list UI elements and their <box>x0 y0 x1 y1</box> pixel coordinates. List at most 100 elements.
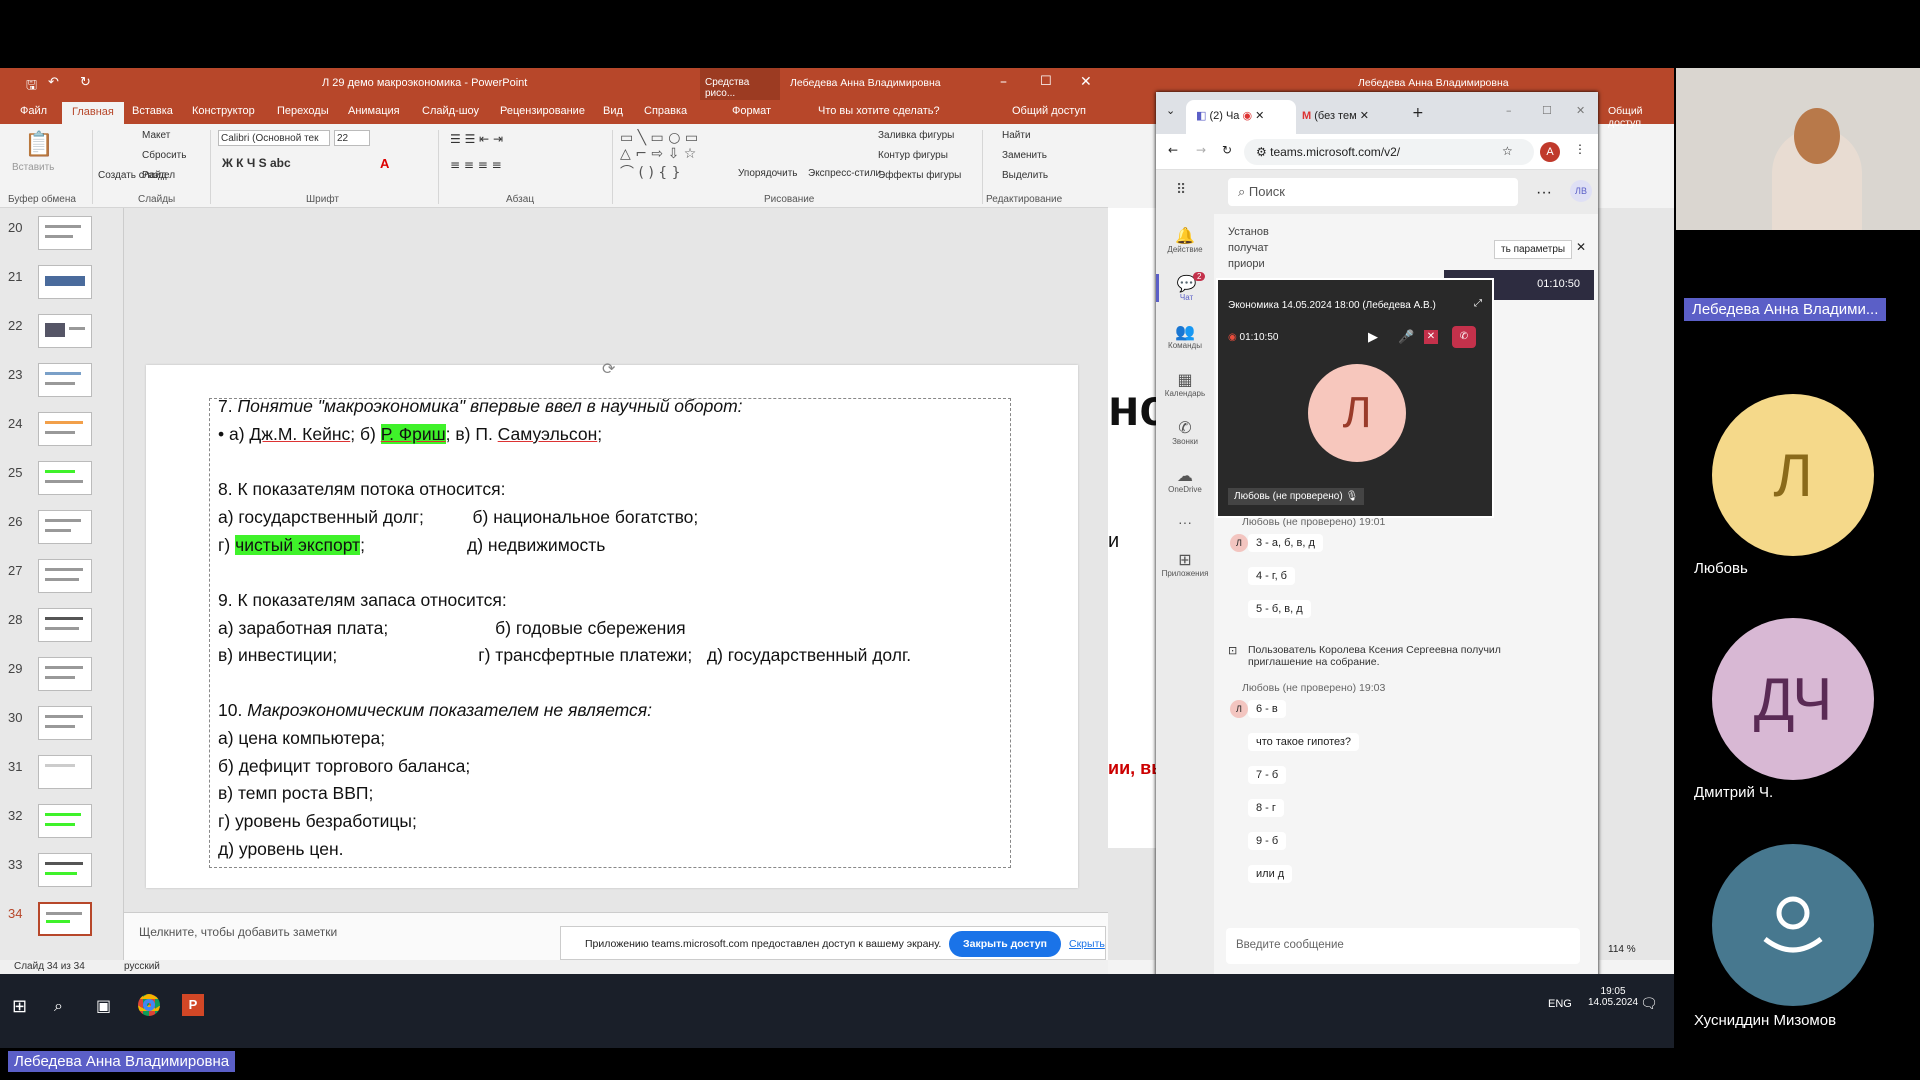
tab-insert[interactable]: Вставка <box>132 105 173 117</box>
rotate-handle-icon[interactable]: ⟳ <box>602 359 615 378</box>
section-button[interactable]: Раздел <box>142 170 175 181</box>
tab-home[interactable]: Главная <box>62 102 124 124</box>
zoom-level[interactable]: 114 % <box>1608 944 1636 955</box>
chat-message[interactable]: 8 - г <box>1248 799 1284 817</box>
redo-icon[interactable]: ↻ <box>80 75 91 90</box>
slide-thumbnail[interactable] <box>38 804 92 838</box>
participant-avatar[interactable]: ДЧ <box>1712 618 1874 780</box>
maximize-icon[interactable]: ☐ <box>1040 74 1052 89</box>
teams-user-avatar[interactable]: ЛВ <box>1570 180 1592 202</box>
notifications-icon[interactable]: 🗨 <box>1640 996 1658 1012</box>
browser-tab-teams[interactable]: ◧ (2) Ча ◉ ✕ <box>1186 100 1296 134</box>
more-options-icon[interactable]: ··· <box>1536 184 1552 202</box>
expand-icon[interactable]: ⤢ <box>1474 298 1482 309</box>
profile-avatar[interactable]: А <box>1540 142 1560 162</box>
slide-thumbnail[interactable] <box>38 412 92 446</box>
font-color-button[interactable]: A <box>380 156 389 171</box>
tab-format[interactable]: Формат <box>732 105 771 117</box>
bold-button[interactable]: Ж К Ч S abc <box>222 156 291 170</box>
slide-thumbnail[interactable] <box>38 755 92 789</box>
find-button[interactable]: Найти <box>1002 130 1031 141</box>
tell-me-search[interactable]: Что вы хотите сделать? <box>818 105 940 117</box>
slide-thumbnail[interactable] <box>38 363 92 397</box>
slide-thumbnail[interactable] <box>38 265 92 299</box>
background-share[interactable]: Общий доступ <box>1608 105 1674 129</box>
chat-message[interactable]: 6 - в <box>1248 700 1286 718</box>
new-tab-icon[interactable]: + <box>1412 105 1424 121</box>
close-banner-icon[interactable]: ✕ <box>1576 240 1586 254</box>
chat-message[interactable]: 5 - б, в, д <box>1248 600 1311 618</box>
share-button[interactable]: Общий доступ <box>1012 105 1086 117</box>
rail-apps[interactable]: ⊞ Приложения <box>1156 550 1214 578</box>
tab-transitions[interactable]: Переходы <box>277 105 329 117</box>
minimize-icon[interactable]: – <box>1506 104 1512 117</box>
paste-icon[interactable]: 📋 <box>24 130 54 158</box>
ppt-user-name[interactable]: Лебедева Анна Владимировна <box>790 77 941 89</box>
powerpoint-icon[interactable]: P <box>182 994 204 1016</box>
slide-thumbnail-active[interactable] <box>38 902 92 936</box>
call-mini-window[interactable]: Экономика 14.05.2024 18:00 (Лебедева А.В… <box>1216 278 1494 518</box>
slide-thumbnail[interactable] <box>38 657 92 691</box>
tab-help[interactable]: Справка <box>644 105 687 117</box>
tab-animations[interactable]: Анимация <box>348 105 400 117</box>
chat-message[interactable]: или д <box>1248 865 1293 883</box>
bullets-icon[interactable]: ☰ ☰ ⇤ ⇥ <box>450 132 503 146</box>
layout-button[interactable]: Макет <box>142 130 170 141</box>
apps-grid-icon[interactable]: ⠿ <box>1176 182 1186 198</box>
participant-avatar[interactable] <box>1712 844 1874 1006</box>
rail-teams[interactable]: 👥 Команды <box>1156 322 1214 350</box>
chat-message[interactable]: 4 - г, б <box>1248 567 1295 585</box>
tab-close-icon[interactable]: ✕ <box>1255 109 1264 122</box>
tab-file[interactable]: Файл <box>20 105 47 117</box>
shapes-gallery[interactable]: ▭ ╲ ▭ ○ ▭ △ ⌐ ⇨ ⇩ ☆ ⌒ ( ) { } <box>620 130 698 182</box>
tab-slideshow[interactable]: Слайд-шоу <box>422 105 479 117</box>
select-button[interactable]: Выделить <box>1002 170 1048 181</box>
hide-share-bar-link[interactable]: Скрыть <box>1069 938 1105 950</box>
chrome-icon[interactable] <box>138 994 160 1016</box>
arrange-button[interactable]: Упорядочить <box>738 168 798 179</box>
slide-thumbnail[interactable] <box>38 314 92 348</box>
message-input[interactable]: Введите сообщение <box>1226 928 1580 964</box>
save-icon[interactable]: 🖫 <box>26 76 37 98</box>
slide-thumbnails-panel[interactable]: 20 21 22 23 24 25 26 27 28 29 30 31 32 3… <box>0 208 124 960</box>
stop-sharing-button[interactable]: Закрыть доступ <box>949 931 1061 957</box>
reset-button[interactable]: Сбросить <box>142 150 186 161</box>
quick-styles-button[interactable]: Экспресс-стили <box>808 168 881 179</box>
chat-message[interactable]: что такое гипотез? <box>1248 733 1360 751</box>
chat-message[interactable]: 7 - б <box>1248 766 1287 784</box>
slide-thumbnail[interactable] <box>38 216 92 250</box>
reload-icon[interactable]: ↻ <box>1222 143 1232 157</box>
clock[interactable]: 19:05 14.05.2024 <box>1588 986 1638 1008</box>
browser-tab-gmail[interactable]: M (без тем ✕ <box>1302 109 1402 122</box>
maximize-icon[interactable]: ☐ <box>1542 104 1552 117</box>
language-indicator[interactable]: ENG <box>1548 998 1572 1010</box>
chat-message[interactable]: 3 - а, б, в, д <box>1248 534 1323 552</box>
windows-start-icon[interactable]: ⊞ <box>12 996 27 1017</box>
chat-message[interactable]: 9 - б <box>1248 832 1287 850</box>
end-call-button[interactable]: ✆ <box>1452 326 1476 348</box>
rail-calendar[interactable]: ▦ Календарь <box>1156 370 1214 398</box>
paste-button[interactable]: Вставить <box>12 162 54 173</box>
tab-search-icon[interactable]: ⌄ <box>1166 104 1175 117</box>
slide-thumbnail[interactable] <box>38 608 92 642</box>
stop-share-icon[interactable]: ✕ <box>1424 330 1438 344</box>
bookmark-star-icon[interactable]: ☆ <box>1502 144 1513 158</box>
shape-fill-button[interactable]: Заливка фигуры <box>878 130 954 141</box>
url-field[interactable]: ⚙ teams.microsoft.com/v2/ <box>1244 139 1534 165</box>
font-name-select[interactable]: Calibri (Основной тек <box>218 130 330 146</box>
notes-placeholder[interactable]: Щелкните, чтобы добавить заметки <box>139 925 337 939</box>
participant-avatar[interactable]: Л <box>1712 394 1874 556</box>
slide-thumbnail[interactable] <box>38 461 92 495</box>
close-icon[interactable]: ✕ <box>1080 74 1092 90</box>
rail-chat[interactable]: 💬 Чат 2 <box>1156 272 1214 302</box>
camera-icon[interactable]: ▶ <box>1368 330 1378 345</box>
teams-search-input[interactable]: ⌕ Поиск <box>1228 178 1518 206</box>
align-icon[interactable]: ≡ ≡ ≡ ≡ <box>450 158 502 172</box>
minimize-icon[interactable]: – <box>1000 74 1007 90</box>
replace-button[interactable]: Заменить <box>1002 150 1047 161</box>
slide-thumbnail[interactable] <box>38 559 92 593</box>
rail-calls[interactable]: ✆ Звонки <box>1156 418 1214 446</box>
tab-review[interactable]: Рецензирование <box>500 105 585 117</box>
slide-thumbnail[interactable] <box>38 853 92 887</box>
back-icon[interactable]: ← <box>1168 143 1178 157</box>
